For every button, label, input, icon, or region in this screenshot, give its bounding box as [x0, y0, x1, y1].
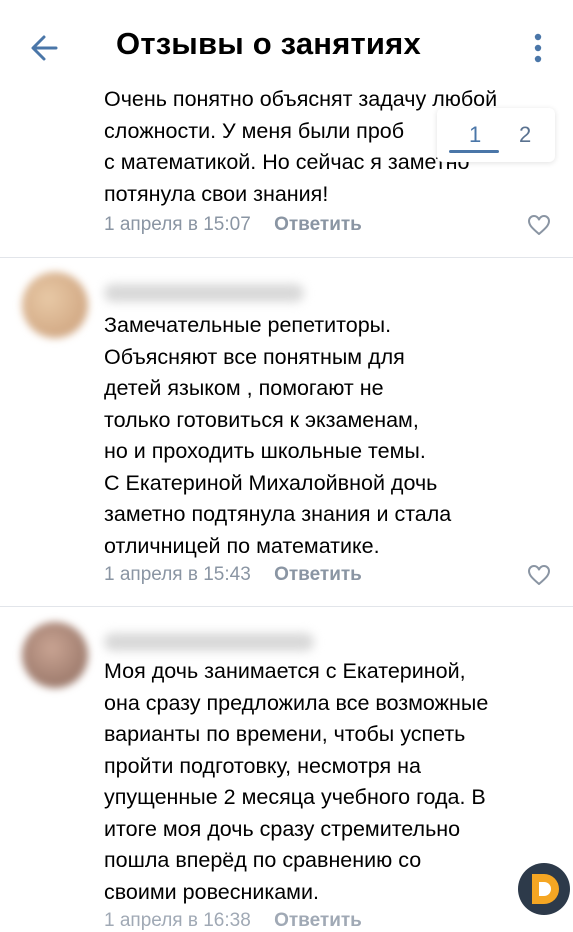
brand-logo-icon — [518, 863, 570, 915]
pagination-popup: 1 2 — [437, 108, 555, 162]
more-options-icon[interactable] — [528, 30, 548, 66]
author-name-redacted — [104, 633, 314, 651]
review-line: С Екатериной Михалойвной дочь — [104, 470, 438, 495]
review-date: 1 апреля в 15:43 — [104, 564, 251, 585]
page-1-button[interactable]: 1 — [469, 122, 481, 148]
back-arrow-icon[interactable] — [26, 28, 66, 68]
review-date: 1 апреля в 16:38 — [104, 910, 251, 931]
review-meta: 1 апреля в 15:43 Ответить — [104, 564, 362, 586]
page-2-button[interactable]: 2 — [519, 122, 531, 148]
review-line: варианты по времени, чтобы успеть — [104, 722, 466, 746]
review-line: но и проходить школьные темы. — [104, 439, 426, 463]
review-line: потянула свои знания! — [104, 181, 329, 206]
review-line: итоге моя дочь сразу стремительно — [104, 816, 461, 841]
active-page-indicator — [449, 150, 499, 153]
review-line: только готовиться к экзаменам, — [104, 407, 419, 432]
divider — [0, 257, 573, 258]
like-heart-icon[interactable] — [527, 564, 551, 586]
review-line: своими ровесниками. — [104, 879, 319, 904]
like-heart-icon[interactable] — [527, 214, 551, 236]
review-line: заметно подтянула знания и стала — [104, 502, 452, 526]
reply-button[interactable]: Ответить — [274, 910, 362, 931]
review-line: пройти подготовку, несмотря на — [104, 753, 421, 778]
review-line: отличницей по математике. — [104, 533, 380, 558]
reply-button[interactable]: Ответить — [274, 564, 362, 585]
review-date: 1 апреля в 15:07 — [104, 214, 251, 235]
review-line: пошла вперёд по сравнению со — [104, 848, 422, 872]
review-meta: 1 апреля в 15:07 Ответить — [104, 214, 362, 236]
review-line: она сразу предложила все возможные — [104, 690, 489, 715]
author-name-redacted — [104, 284, 304, 302]
divider — [0, 606, 573, 607]
avatar[interactable] — [22, 622, 88, 688]
review-line: детей языком , помогают не — [104, 376, 384, 400]
review-line: Объясняют все понятным для — [104, 344, 405, 369]
app-header: Отзывы о занятиях — [0, 0, 573, 88]
review-line: Моя дочь занимается с Екатериной, — [104, 659, 466, 683]
reply-button[interactable]: Ответить — [274, 214, 362, 235]
review-meta: 1 апреля в 16:38 Ответить — [104, 910, 362, 932]
review-text: Замечательные репетиторы. Объясняют все … — [104, 310, 554, 562]
page-title: Отзывы о занятиях — [116, 26, 421, 61]
review-text: Моя дочь занимается с Екатериной, она ср… — [104, 656, 554, 908]
review-line: упущенные 2 месяца учебного года. В — [104, 785, 486, 809]
avatar[interactable] — [22, 272, 88, 338]
review-line: Замечательные репетиторы. — [104, 313, 392, 337]
